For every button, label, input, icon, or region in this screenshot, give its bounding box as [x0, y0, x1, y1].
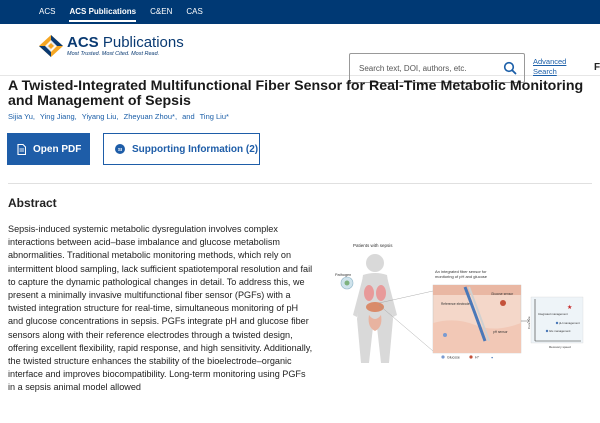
pathogen-icon: [340, 276, 354, 290]
site-header: ACS Publications Most Trusted. Most Cite…: [0, 24, 600, 83]
acs-logo-icon: [39, 35, 63, 57]
pathogen-label: Pathogen: [335, 273, 351, 277]
advanced-search-line1: Advanced: [533, 57, 567, 66]
topnav-acs-publications[interactable]: ACS Publications: [62, 0, 143, 24]
topnav-acs[interactable]: ACS: [32, 0, 62, 24]
supporting-information-button[interactable]: SI Supporting Information (2): [103, 133, 260, 165]
open-pdf-label: Open PDF: [33, 143, 82, 155]
reference-electrode-label: Reference electrode: [441, 302, 470, 306]
svg-text:●: ●: [491, 356, 493, 360]
article-title: A Twisted-Integrated Multifunctional Fib…: [8, 78, 584, 109]
topnav-cas[interactable]: CAS: [179, 0, 209, 24]
logo-tagline: Most Trusted. Most Cited. Most Read.: [67, 51, 160, 57]
table-of-contents-graphic[interactable]: Patients with sepsis Pathogen An integra…: [325, 223, 590, 369]
open-pdf-button[interactable]: Open PDF: [7, 133, 90, 165]
section-divider: [8, 183, 592, 184]
author-link[interactable]: Zheyuan Zhou*,: [124, 112, 177, 121]
glu-management-label: Glu management: [549, 329, 571, 333]
truncated-header-item[interactable]: F: [594, 62, 600, 73]
svg-text:Glucose: Glucose: [447, 356, 460, 360]
search-icon[interactable]: [503, 61, 517, 75]
topnav-cen[interactable]: C&EN: [143, 0, 179, 24]
top-navigation-bar: ACS ACS Publications C&EN CAS: [0, 0, 600, 24]
author-link[interactable]: Sijia Yu,: [8, 112, 35, 121]
ph-management-label: pH management: [559, 321, 580, 325]
logo-prefix: ACS: [67, 34, 99, 51]
recovery-speed-label: Recovery speed: [549, 345, 571, 349]
author-link[interactable]: Yiyang Liu,: [82, 112, 119, 121]
logo-suffix: Publications: [102, 34, 184, 51]
author-list: Sijia Yu, Ying Jiang, Yiyang Liu, Zheyua…: [8, 112, 232, 121]
document-icon: [17, 143, 26, 155]
search-placeholder: Search text, DOI, authors, etc.: [359, 63, 467, 73]
star-marker: ★: [567, 304, 572, 311]
advanced-search-line2: Search: [533, 67, 557, 76]
author-conjunction: and: [182, 112, 195, 121]
patients-label: Patients with sepsis: [353, 243, 393, 248]
si-badge-icon: SI: [115, 144, 125, 154]
advanced-search-link[interactable]: Advanced Search: [533, 57, 566, 77]
acs-publications-logo[interactable]: ACS Publications Most Trusted. Most Cite…: [38, 34, 184, 58]
abstract-heading: Abstract: [8, 196, 57, 210]
integrated-management-label: Integrated management: [538, 312, 568, 316]
author-link[interactable]: Ying Jiang,: [40, 112, 77, 121]
author-link[interactable]: Ting Liu*: [200, 112, 229, 121]
fiber-sensor-label-2: monitoring of pH and glucose: [435, 274, 488, 279]
supporting-information-label: Supporting Information (2): [132, 143, 259, 155]
abstract-text: Sepsis-induced systemic metabolic dysreg…: [8, 224, 313, 393]
svg-text:H⁺: H⁺: [475, 356, 480, 360]
ph-sensor-label: pH sensor: [493, 330, 508, 334]
glucose-sensor-label: Glucose sensor: [491, 292, 514, 296]
